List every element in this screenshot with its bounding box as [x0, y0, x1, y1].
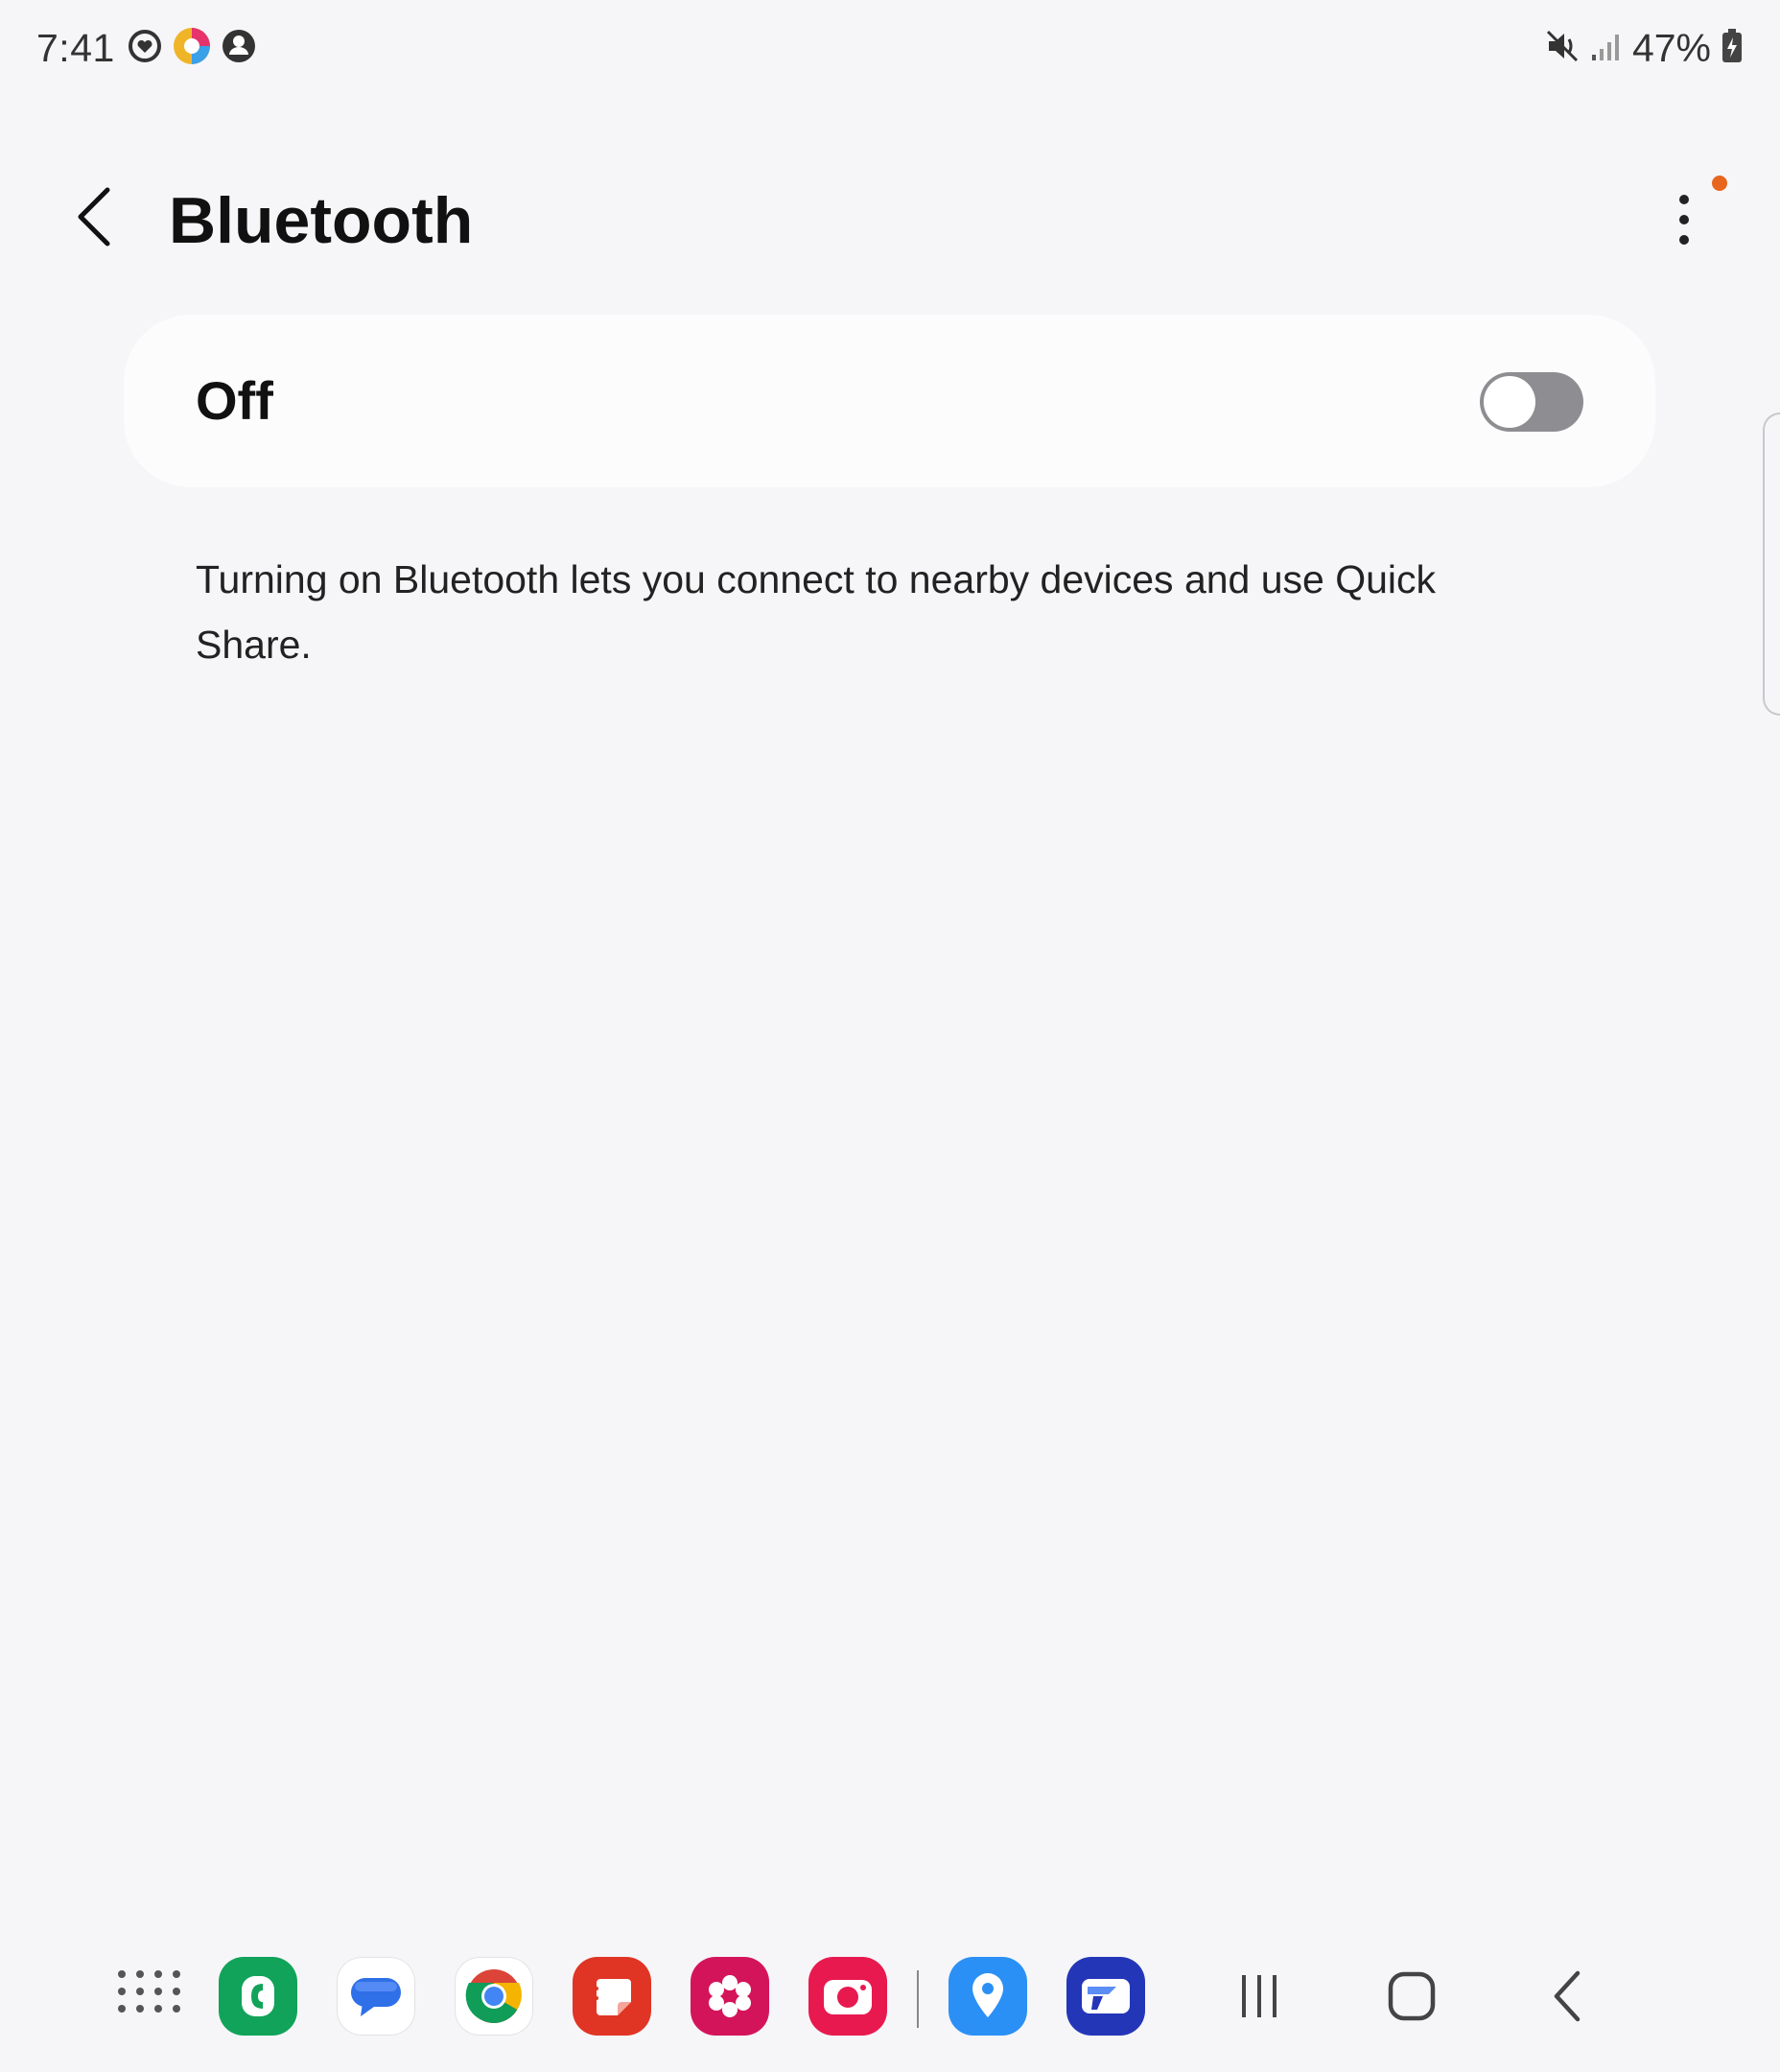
toggle-label: Off: [196, 370, 273, 431]
apps-grid-icon[interactable]: [117, 1962, 180, 2021]
maps-app-icon[interactable]: [949, 1957, 1027, 2036]
status-time: 7:41: [36, 25, 115, 70]
battery-percent: 47%: [1631, 25, 1711, 70]
page-title: Bluetooth: [169, 184, 474, 257]
battery-charging-icon: [1721, 28, 1744, 69]
messages-app-icon[interactable]: [337, 1957, 415, 2036]
bluetooth-toggle-card[interactable]: Off: [124, 315, 1655, 487]
status-bar-right: 47%: [1544, 21, 1744, 75]
bluetooth-switch[interactable]: [1480, 372, 1583, 432]
app-notification-icon: [171, 25, 213, 72]
recents-icon: [1242, 1975, 1276, 2017]
more-options-icon: [1679, 195, 1689, 204]
back-arrow-icon: [75, 186, 113, 252]
smart-things-icon: [127, 28, 163, 69]
switch-knob: [1484, 376, 1535, 428]
taskbar-divider: [917, 1970, 919, 2028]
signal-icon: [1590, 30, 1623, 67]
chrome-app-icon[interactable]: [455, 1957, 533, 2036]
back-button[interactable]: [67, 184, 121, 253]
files-app-icon[interactable]: [1066, 1957, 1145, 2036]
phone-app-icon[interactable]: [219, 1957, 297, 2036]
gallery-app-icon[interactable]: [691, 1957, 769, 2036]
more-options-button[interactable]: [1655, 188, 1713, 251]
account-icon: [221, 28, 257, 69]
status-bar-left: 7:41: [36, 21, 257, 75]
edge-panel-handle[interactable]: [1763, 412, 1780, 716]
taskbar: [0, 1957, 1780, 2043]
bluetooth-description: Turning on Bluetooth lets you connect to…: [196, 557, 1437, 667]
nav-back-button[interactable]: [1525, 1957, 1611, 2036]
home-icon: [1388, 1971, 1436, 2021]
notes-app-icon[interactable]: [573, 1957, 651, 2036]
camera-app-icon[interactable]: [808, 1957, 887, 2036]
recents-button[interactable]: [1216, 1957, 1302, 2036]
home-button[interactable]: [1369, 1957, 1455, 2036]
back-icon: [1554, 1970, 1581, 2022]
notification-dot: [1712, 176, 1727, 191]
mute-icon: [1544, 28, 1581, 69]
